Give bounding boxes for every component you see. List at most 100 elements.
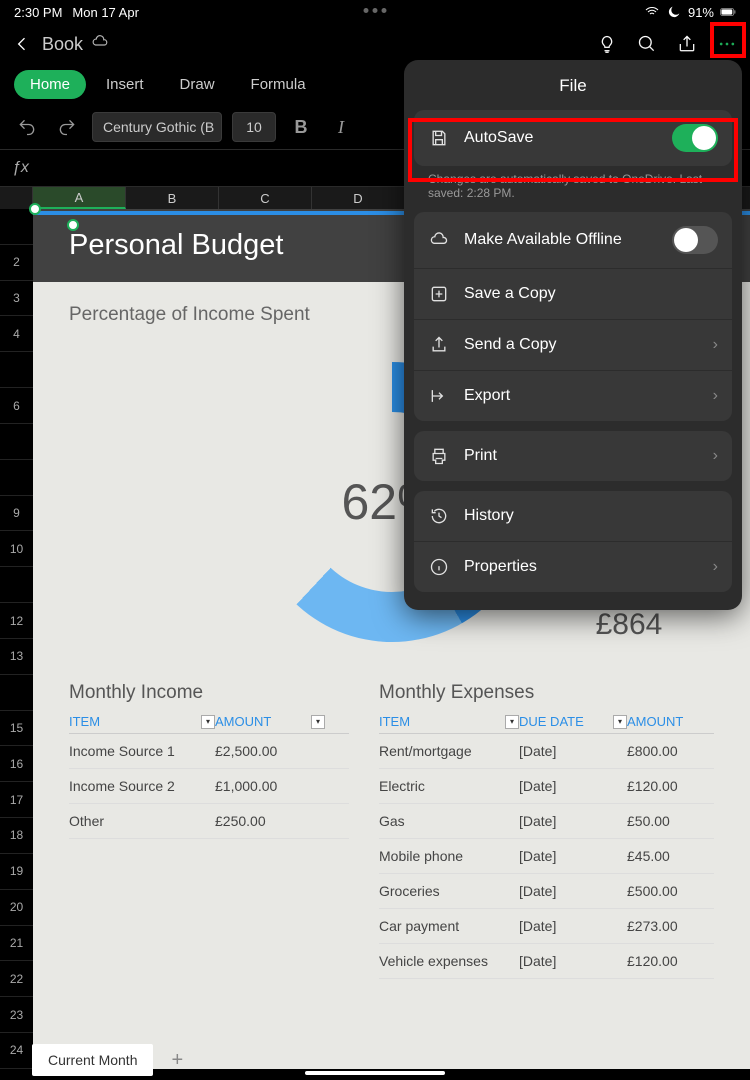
table-row[interactable]: Vehicle expenses[Date]£120.00 [379,944,714,979]
select-all-corner[interactable] [0,187,33,209]
menu-properties[interactable]: Properties › [414,542,732,592]
redo-button[interactable] [52,112,82,142]
document-name[interactable]: Book [42,34,83,55]
menu-save-copy[interactable]: Save a Copy [414,269,732,320]
table-row[interactable]: Rent/mortgage[Date]£800.00 [379,734,714,769]
offline-toggle[interactable] [672,226,718,254]
tab-formula[interactable]: Formula [235,70,322,99]
table-row[interactable]: Income Source 2£1,000.00 [69,769,349,804]
income-amount: £2,500.00 [215,743,325,759]
col-header-C[interactable]: C [219,187,312,209]
filter-dropdown-icon[interactable]: ▾ [505,715,519,729]
expense-item: Vehicle expenses [379,953,519,969]
lightbulb-icon[interactable] [596,33,618,55]
row-header[interactable]: 19 [0,854,33,890]
income-block: Monthly Income ITEM▾ AMOUNT▾ Income Sour… [69,682,349,979]
expense-amount: £120.00 [627,778,707,794]
row-header[interactable] [0,567,33,603]
row-header[interactable]: 3 [0,281,33,317]
chevron-right-icon: › [713,558,718,576]
back-button[interactable] [12,34,38,54]
row-header[interactable]: 4 [0,316,33,352]
tab-draw[interactable]: Draw [164,70,231,99]
expense-amount: £120.00 [627,953,707,969]
menu-autosave[interactable]: AutoSave [414,110,732,166]
filter-dropdown-icon[interactable]: ▾ [311,715,325,729]
row-header[interactable]: 24 [0,1033,33,1069]
search-icon[interactable] [636,33,658,55]
sheet-tab-current[interactable]: Current Month [32,1044,153,1076]
menu-export[interactable]: Export › [414,371,732,421]
autosave-note: Changes are automatically saved to OneDr… [404,172,742,212]
chevron-right-icon: › [713,387,718,405]
income-header-amount[interactable]: AMOUNT [215,714,271,729]
font-select[interactable]: Century Gothic (B [92,112,222,142]
row-header[interactable]: 2 [0,245,33,281]
more-button[interactable] [716,33,738,55]
row-header[interactable]: 23 [0,997,33,1033]
selection-handle[interactable] [29,203,41,215]
row-header[interactable]: 21 [0,926,33,962]
fx-icon: ƒx [12,159,29,177]
expense-item: Electric [379,778,519,794]
cloud-sync-icon[interactable] [91,33,109,56]
font-size-select[interactable]: 10 [232,112,276,142]
filter-dropdown-icon[interactable]: ▾ [201,715,215,729]
row-header[interactable]: 9 [0,496,33,532]
expenses-header-item[interactable]: ITEM [379,714,410,729]
menu-history[interactable]: History [414,491,732,542]
tab-home[interactable]: Home [14,70,86,99]
row-header[interactable] [0,675,33,711]
menu-offline[interactable]: Make Available Offline [414,212,732,269]
menu-send-copy[interactable]: Send a Copy › [414,320,732,371]
row-header[interactable] [0,424,33,460]
row-header[interactable]: 13 [0,639,33,675]
home-indicator[interactable] [305,1071,445,1075]
chevron-right-icon: › [713,336,718,354]
income-amount: £1,000.00 [215,778,325,794]
row-header[interactable]: 10 [0,531,33,567]
menu-print[interactable]: Print › [414,431,732,481]
moon-icon [666,4,682,20]
income-header-item[interactable]: ITEM [69,714,100,729]
row-header[interactable]: 12 [0,603,33,639]
table-row[interactable]: Income Source 1£2,500.00 [69,734,349,769]
row-header[interactable]: 17 [0,782,33,818]
filter-dropdown-icon[interactable]: ▾ [613,715,627,729]
row-header[interactable] [0,352,33,388]
row-header[interactable]: 18 [0,818,33,854]
italic-button[interactable]: I [326,112,356,142]
row-header[interactable]: 6 [0,388,33,424]
expense-item: Mobile phone [379,848,519,864]
tab-insert[interactable]: Insert [90,70,160,99]
bold-button[interactable]: B [286,112,316,142]
add-sheet-button[interactable]: + [161,1049,193,1072]
col-header-A[interactable]: A [33,187,126,209]
expenses-header-due[interactable]: DUE DATE [519,714,584,729]
table-row[interactable]: Electric[Date]£120.00 [379,769,714,804]
status-bar: 2:30 PM Mon 17 Apr 91% [0,0,750,24]
row-header[interactable] [0,209,33,245]
file-menu-title: File [404,60,742,110]
row-header[interactable] [0,460,33,496]
history-icon [428,505,450,527]
table-row[interactable]: Groceries[Date]£500.00 [379,874,714,909]
row-header[interactable]: 20 [0,890,33,926]
col-header-D[interactable]: D [312,187,405,209]
autosave-toggle[interactable] [672,124,718,152]
undo-button[interactable] [12,112,42,142]
share-icon[interactable] [676,33,698,55]
selection-handle[interactable] [67,219,79,231]
expenses-header-amount[interactable]: AMOUNT [627,714,683,729]
expense-due: [Date] [519,743,627,759]
col-header-B[interactable]: B [126,187,219,209]
expense-due: [Date] [519,778,627,794]
table-row[interactable]: Car payment[Date]£273.00 [379,909,714,944]
row-header[interactable]: 22 [0,961,33,997]
row-header[interactable]: 15 [0,711,33,747]
row-header[interactable]: 16 [0,746,33,782]
table-row[interactable]: Other£250.00 [69,804,349,839]
table-row[interactable]: Gas[Date]£50.00 [379,804,714,839]
table-row[interactable]: Mobile phone[Date]£45.00 [379,839,714,874]
multitask-grabber[interactable] [364,8,387,13]
